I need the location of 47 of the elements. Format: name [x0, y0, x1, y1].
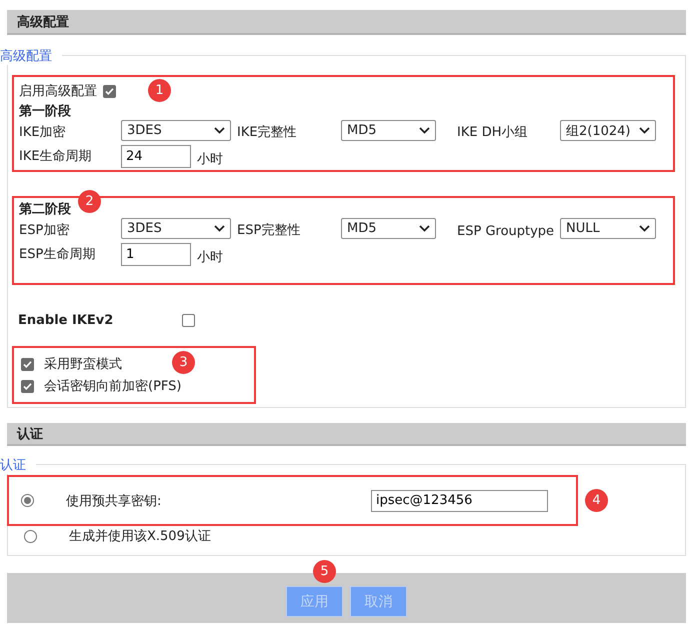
step-number-badge: 5 [313, 560, 336, 583]
dropdown[interactable]: MD5 [341, 218, 436, 239]
radio-button[interactable] [24, 530, 37, 542]
unit-label: 小时 [197, 249, 223, 266]
radio-label: 使用预共享密钥: [66, 492, 162, 510]
dropdown[interactable]: 3DES [121, 120, 231, 141]
input-field[interactable]: ipsec@123456 [371, 490, 548, 512]
field-label: ESP生命周期 [19, 246, 96, 263]
step-number-badge: 2 [78, 190, 101, 213]
radio-button[interactable] [21, 494, 34, 507]
field-label: IKE DH小组 [457, 124, 528, 141]
step-number-badge: 1 [148, 79, 171, 102]
dropdown[interactable]: MD5 [341, 120, 436, 141]
radio-label: 生成并使用该X.509认证 [69, 528, 212, 545]
chevron-icon [639, 225, 650, 232]
checkbox-label: 会话密钥向前加密(PFS) [44, 378, 182, 395]
checkbox[interactable] [103, 84, 116, 98]
dropdown[interactable]: NULL [560, 218, 656, 239]
unit-label: 小时 [197, 151, 223, 168]
field-label: ESP加密 [19, 222, 70, 239]
field-label: ESP完整性 [237, 222, 302, 239]
fieldset-legend: 认证 [0, 456, 36, 474]
checkbox-label: 采用野蛮模式 [44, 356, 122, 373]
chevron-icon [419, 225, 430, 232]
section-title: 第一阶段 [19, 103, 72, 120]
field-label: IKE加密 [19, 124, 67, 141]
fieldset-legend: 高级配置 [0, 47, 62, 65]
chevron-icon [419, 127, 430, 134]
checkbox[interactable] [21, 380, 34, 392]
chevron-icon [214, 225, 225, 232]
checkbox[interactable] [21, 358, 34, 370]
checkbox-label: 启用高级配置 [19, 83, 97, 100]
input-field[interactable]: 1 [121, 242, 191, 266]
checkbox-label: Enable IKEv2 [18, 313, 114, 328]
dropdown[interactable]: 3DES [121, 218, 231, 239]
chevron-icon [214, 127, 225, 134]
field-label: IKE生命周期 [19, 148, 93, 165]
checkbox[interactable] [182, 314, 195, 327]
step-number-badge: 3 [172, 351, 195, 374]
chevron-icon [639, 127, 650, 134]
field-label: ESP Grouptype [457, 224, 556, 239]
section-header-title: 高级配置 [17, 14, 69, 30]
step-number-badge: 4 [585, 489, 608, 512]
field-label: IKE完整性 [237, 124, 298, 141]
section-header-title: 认证 [17, 426, 43, 442]
dropdown[interactable]: 组2(1024) [560, 120, 656, 141]
input-field[interactable]: 24 [121, 144, 191, 168]
